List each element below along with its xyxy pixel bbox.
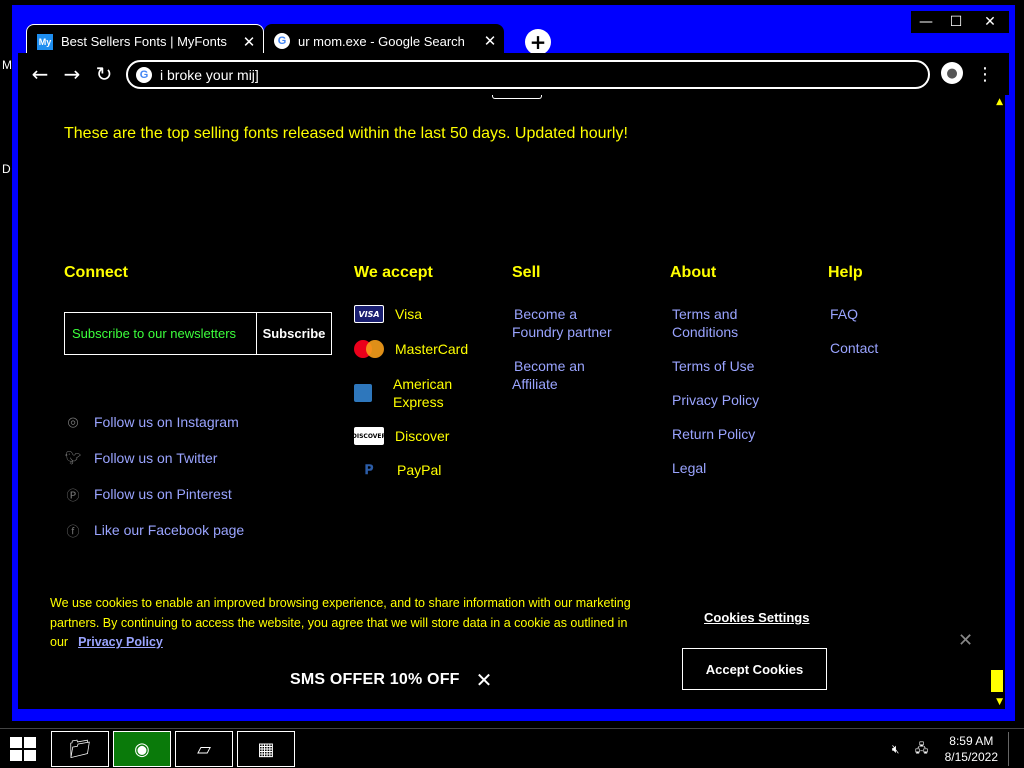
control-panel-icon[interactable]: ▦ xyxy=(237,731,295,767)
amex-icon xyxy=(354,384,372,402)
terms-of-use-link[interactable]: Terms of Use xyxy=(672,357,754,375)
notepad-icon[interactable]: ▱ xyxy=(175,731,233,767)
tab-title: ur mom.exe - Google Search xyxy=(298,33,465,49)
desktop-icon-label: M xyxy=(2,58,12,72)
clock[interactable]: 8:59 AM 8/15/2022 xyxy=(945,733,998,765)
payment-method-label: PayPal xyxy=(397,462,442,478)
sms-offer-bar[interactable]: SMS OFFER 10% OFF ✕ xyxy=(290,668,492,692)
payment-method-label: MasterCard xyxy=(395,341,469,357)
browser-menu-button[interactable]: ⋮ xyxy=(976,61,994,87)
payment-method-amex: American Express xyxy=(354,375,463,411)
privacy-policy-link[interactable]: Privacy Policy xyxy=(672,391,759,409)
instagram-icon: ◎ xyxy=(67,414,79,430)
mastercard-icon xyxy=(354,340,384,358)
reload-button[interactable]: ↻ xyxy=(91,61,117,87)
clock-date: 8/15/2022 xyxy=(944,750,998,764)
chrome-icon[interactable]: ◉ xyxy=(113,731,171,767)
network-icon[interactable]: 🖧︎ xyxy=(913,740,931,758)
twitter-icon: 🐦︎ xyxy=(64,450,82,466)
show-desktop-button[interactable] xyxy=(1008,732,1016,766)
payment-method-discover: DISCOVER Discover xyxy=(352,427,450,445)
sms-offer-close-icon[interactable]: ✕ xyxy=(476,668,493,692)
address-input[interactable]: i broke your mij] xyxy=(160,67,259,83)
browser-toolbar: ← → ↻ G i broke your mij] ● ⋮ xyxy=(18,53,1009,95)
tab-close-icon[interactable]: ✕ xyxy=(476,32,504,50)
payment-method-visa: VISA Visa xyxy=(354,305,422,323)
faq-link[interactable]: FAQ xyxy=(830,305,858,323)
volume-muted-icon[interactable]: 🔇︎ xyxy=(887,740,905,758)
terms-conditions-link[interactable]: Terms and Conditions xyxy=(672,305,752,341)
discover-icon: DISCOVER xyxy=(352,427,386,445)
accept-cookies-button[interactable]: Accept Cookies xyxy=(682,648,827,690)
social-link-label: Follow us on Instagram xyxy=(94,414,239,430)
payment-method-label: American Express xyxy=(393,376,453,410)
tab-title: Best Sellers Fonts | MyFonts xyxy=(61,34,227,49)
social-link-twitter[interactable]: 🐦︎ Follow us on Twitter xyxy=(64,449,218,467)
newsletter-email-input[interactable]: Subscribe to our newsletters xyxy=(65,313,256,354)
return-policy-link[interactable]: Return Policy xyxy=(672,425,755,443)
cookie-privacy-policy-link[interactable]: Privacy Policy xyxy=(78,635,163,649)
page-top-element xyxy=(492,95,542,99)
subscribe-button[interactable]: Subscribe xyxy=(256,313,331,354)
myfonts-favicon-icon: My xyxy=(37,33,53,50)
windows-start-icon[interactable] xyxy=(10,737,38,761)
affiliate-link[interactable]: Become an Affiliate xyxy=(512,357,612,393)
social-link-facebook[interactable]: ⓕ Like our Facebook page xyxy=(64,521,245,540)
page-content: These are the top selling fonts released… xyxy=(18,95,1005,709)
social-link-label: Like our Facebook page xyxy=(94,522,245,538)
file-explorer-icon[interactable]: 📁︎ xyxy=(51,731,109,767)
system-tray: 🔇︎ 🖧︎ 8:59 AM 8/15/2022 xyxy=(887,732,1016,766)
back-button[interactable]: ← xyxy=(27,61,53,87)
forward-button[interactable]: → xyxy=(59,61,85,87)
help-heading: Help xyxy=(828,264,863,281)
sms-offer-label[interactable]: SMS OFFER 10% OFF xyxy=(290,671,460,689)
new-tab-button[interactable]: + xyxy=(525,29,551,55)
facebook-icon: ⓕ xyxy=(66,524,80,540)
scroll-up-arrow-icon[interactable]: ▲ xyxy=(996,97,1003,107)
social-link-label: Follow us on Twitter xyxy=(94,450,218,466)
sell-heading: Sell xyxy=(512,264,541,281)
address-bar[interactable]: G i broke your mij] xyxy=(126,60,930,89)
paypal-icon: 𝐏 xyxy=(364,462,374,478)
social-link-pinterest[interactable]: Ⓟ Follow us on Pinterest xyxy=(64,485,232,504)
close-window-button[interactable]: ✕ xyxy=(971,11,1009,33)
clock-time: 8:59 AM xyxy=(949,734,994,748)
legal-link[interactable]: Legal xyxy=(672,459,706,477)
profile-avatar-icon[interactable]: ● xyxy=(941,62,963,84)
taskbar: 📁︎ ◉ ▱ ▦ 🔇︎ 🖧︎ 8:59 AM 8/15/2022 xyxy=(0,728,1024,768)
minimize-button[interactable]: — xyxy=(911,11,941,33)
desktop-icon-label: D xyxy=(2,162,11,176)
cookie-close-icon[interactable]: ✕ xyxy=(958,630,973,651)
about-heading: About xyxy=(670,264,717,281)
payment-method-label: Discover xyxy=(395,428,450,444)
social-link-label: Follow us on Pinterest xyxy=(94,486,232,502)
connect-heading: Connect xyxy=(64,264,128,281)
page-headline: These are the top selling fonts released… xyxy=(64,125,628,142)
google-icon: G xyxy=(136,66,152,83)
cookie-banner-text: We use cookies to enable an improved bro… xyxy=(50,594,660,653)
contact-link[interactable]: Contact xyxy=(830,339,878,357)
we-accept-heading: We accept xyxy=(354,264,433,281)
visa-icon: VISA xyxy=(354,305,384,323)
payment-method-mastercard: MasterCard xyxy=(354,340,468,358)
tab-close-icon[interactable]: ✕ xyxy=(235,33,263,51)
payment-method-label: Visa xyxy=(395,306,422,322)
social-link-instagram[interactable]: ◎ Follow us on Instagram xyxy=(64,413,239,431)
cookies-settings-button[interactable]: Cookies Settings xyxy=(704,610,809,625)
newsletter-form: Subscribe to our newsletters Subscribe xyxy=(64,312,332,355)
pinterest-icon: Ⓟ xyxy=(66,488,80,504)
page-scrollbar[interactable]: ▲ ▼ xyxy=(991,95,1005,709)
google-favicon-icon: G xyxy=(274,33,290,49)
scroll-thumb[interactable] xyxy=(991,670,1003,692)
scroll-down-arrow-icon[interactable]: ▼ xyxy=(996,697,1003,707)
window-controls: — ☐ ✕ xyxy=(911,11,1009,33)
foundry-partner-link[interactable]: Become a Foundry partner xyxy=(512,305,622,341)
maximize-button[interactable]: ☐ xyxy=(941,11,971,33)
payment-method-paypal: 𝐏 PayPal xyxy=(354,461,442,479)
